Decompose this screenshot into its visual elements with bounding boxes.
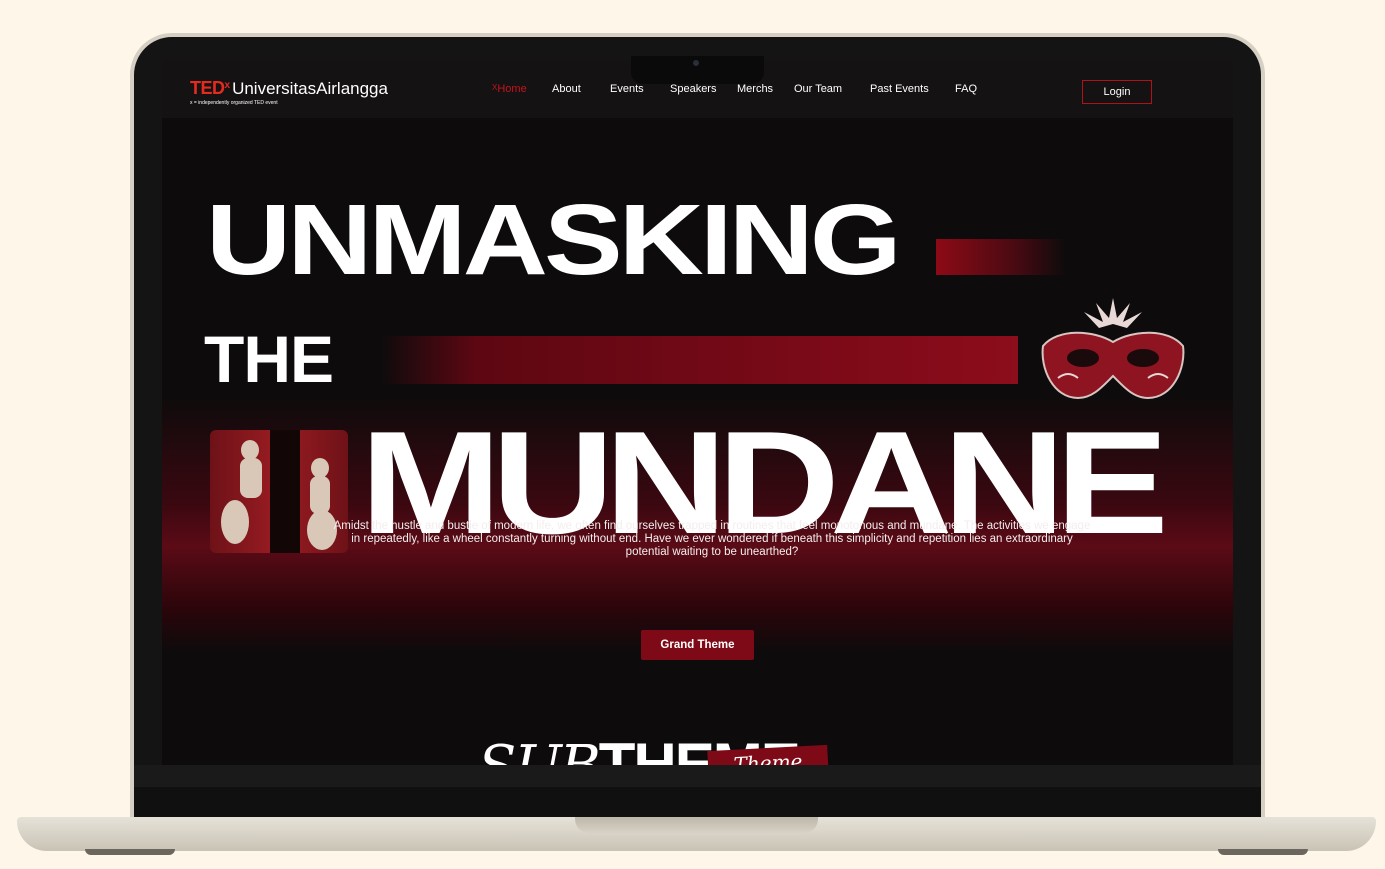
nav-item-past-events[interactable]: Past Events xyxy=(870,83,955,95)
hero-title-line2: THE xyxy=(204,322,334,396)
nav-item-about[interactable]: About xyxy=(552,83,610,95)
hero-section: UNMASKING THE MUNDANE Amidst the hustle … xyxy=(162,118,1233,660)
active-marker: X xyxy=(492,83,498,92)
laptop-hinge xyxy=(134,787,1261,817)
red-bar-middle xyxy=(380,336,1018,384)
laptop-open-notch xyxy=(575,817,818,833)
statue-image xyxy=(210,430,348,553)
camera-icon xyxy=(693,60,699,66)
logo-ted: TED xyxy=(190,78,225,98)
nav-item-merchs[interactable]: Merchs xyxy=(737,83,794,95)
subtheme-italic: SUB xyxy=(478,734,601,765)
laptop-foot-right xyxy=(1218,849,1308,855)
screen: TED x UniversitasAirlangga x = independe… xyxy=(162,60,1233,765)
login-button[interactable]: Login xyxy=(1082,80,1152,104)
laptop-chin xyxy=(134,765,1261,787)
grand-theme-button[interactable]: Grand Theme xyxy=(641,630,754,660)
nav-menu: XHome About Events Speakers Merchs Our T… xyxy=(492,83,995,95)
logo-x: x xyxy=(224,80,231,91)
laptop-foot-left xyxy=(85,849,175,855)
nav-item-events[interactable]: Events xyxy=(610,83,670,95)
hero-description: Amidst the hustle and bustle of modern l… xyxy=(333,520,1091,558)
nav-item-speakers[interactable]: Speakers xyxy=(670,83,737,95)
hero-title-line1: UNMASKING xyxy=(206,184,902,297)
camera-notch xyxy=(631,56,764,84)
red-bar-top xyxy=(936,239,1066,275)
nav-item-our-team[interactable]: Our Team xyxy=(794,83,870,95)
logo-subtitle: x = independently organized TED event xyxy=(190,100,278,106)
logo-name: UniversitasAirlangga xyxy=(232,79,388,98)
nav-item-home[interactable]: XHome xyxy=(492,83,552,95)
venetian-mask-image xyxy=(1041,298,1185,400)
nav-item-faq[interactable]: FAQ xyxy=(955,83,995,95)
logo[interactable]: TED x UniversitasAirlangga x = independe… xyxy=(190,78,388,106)
